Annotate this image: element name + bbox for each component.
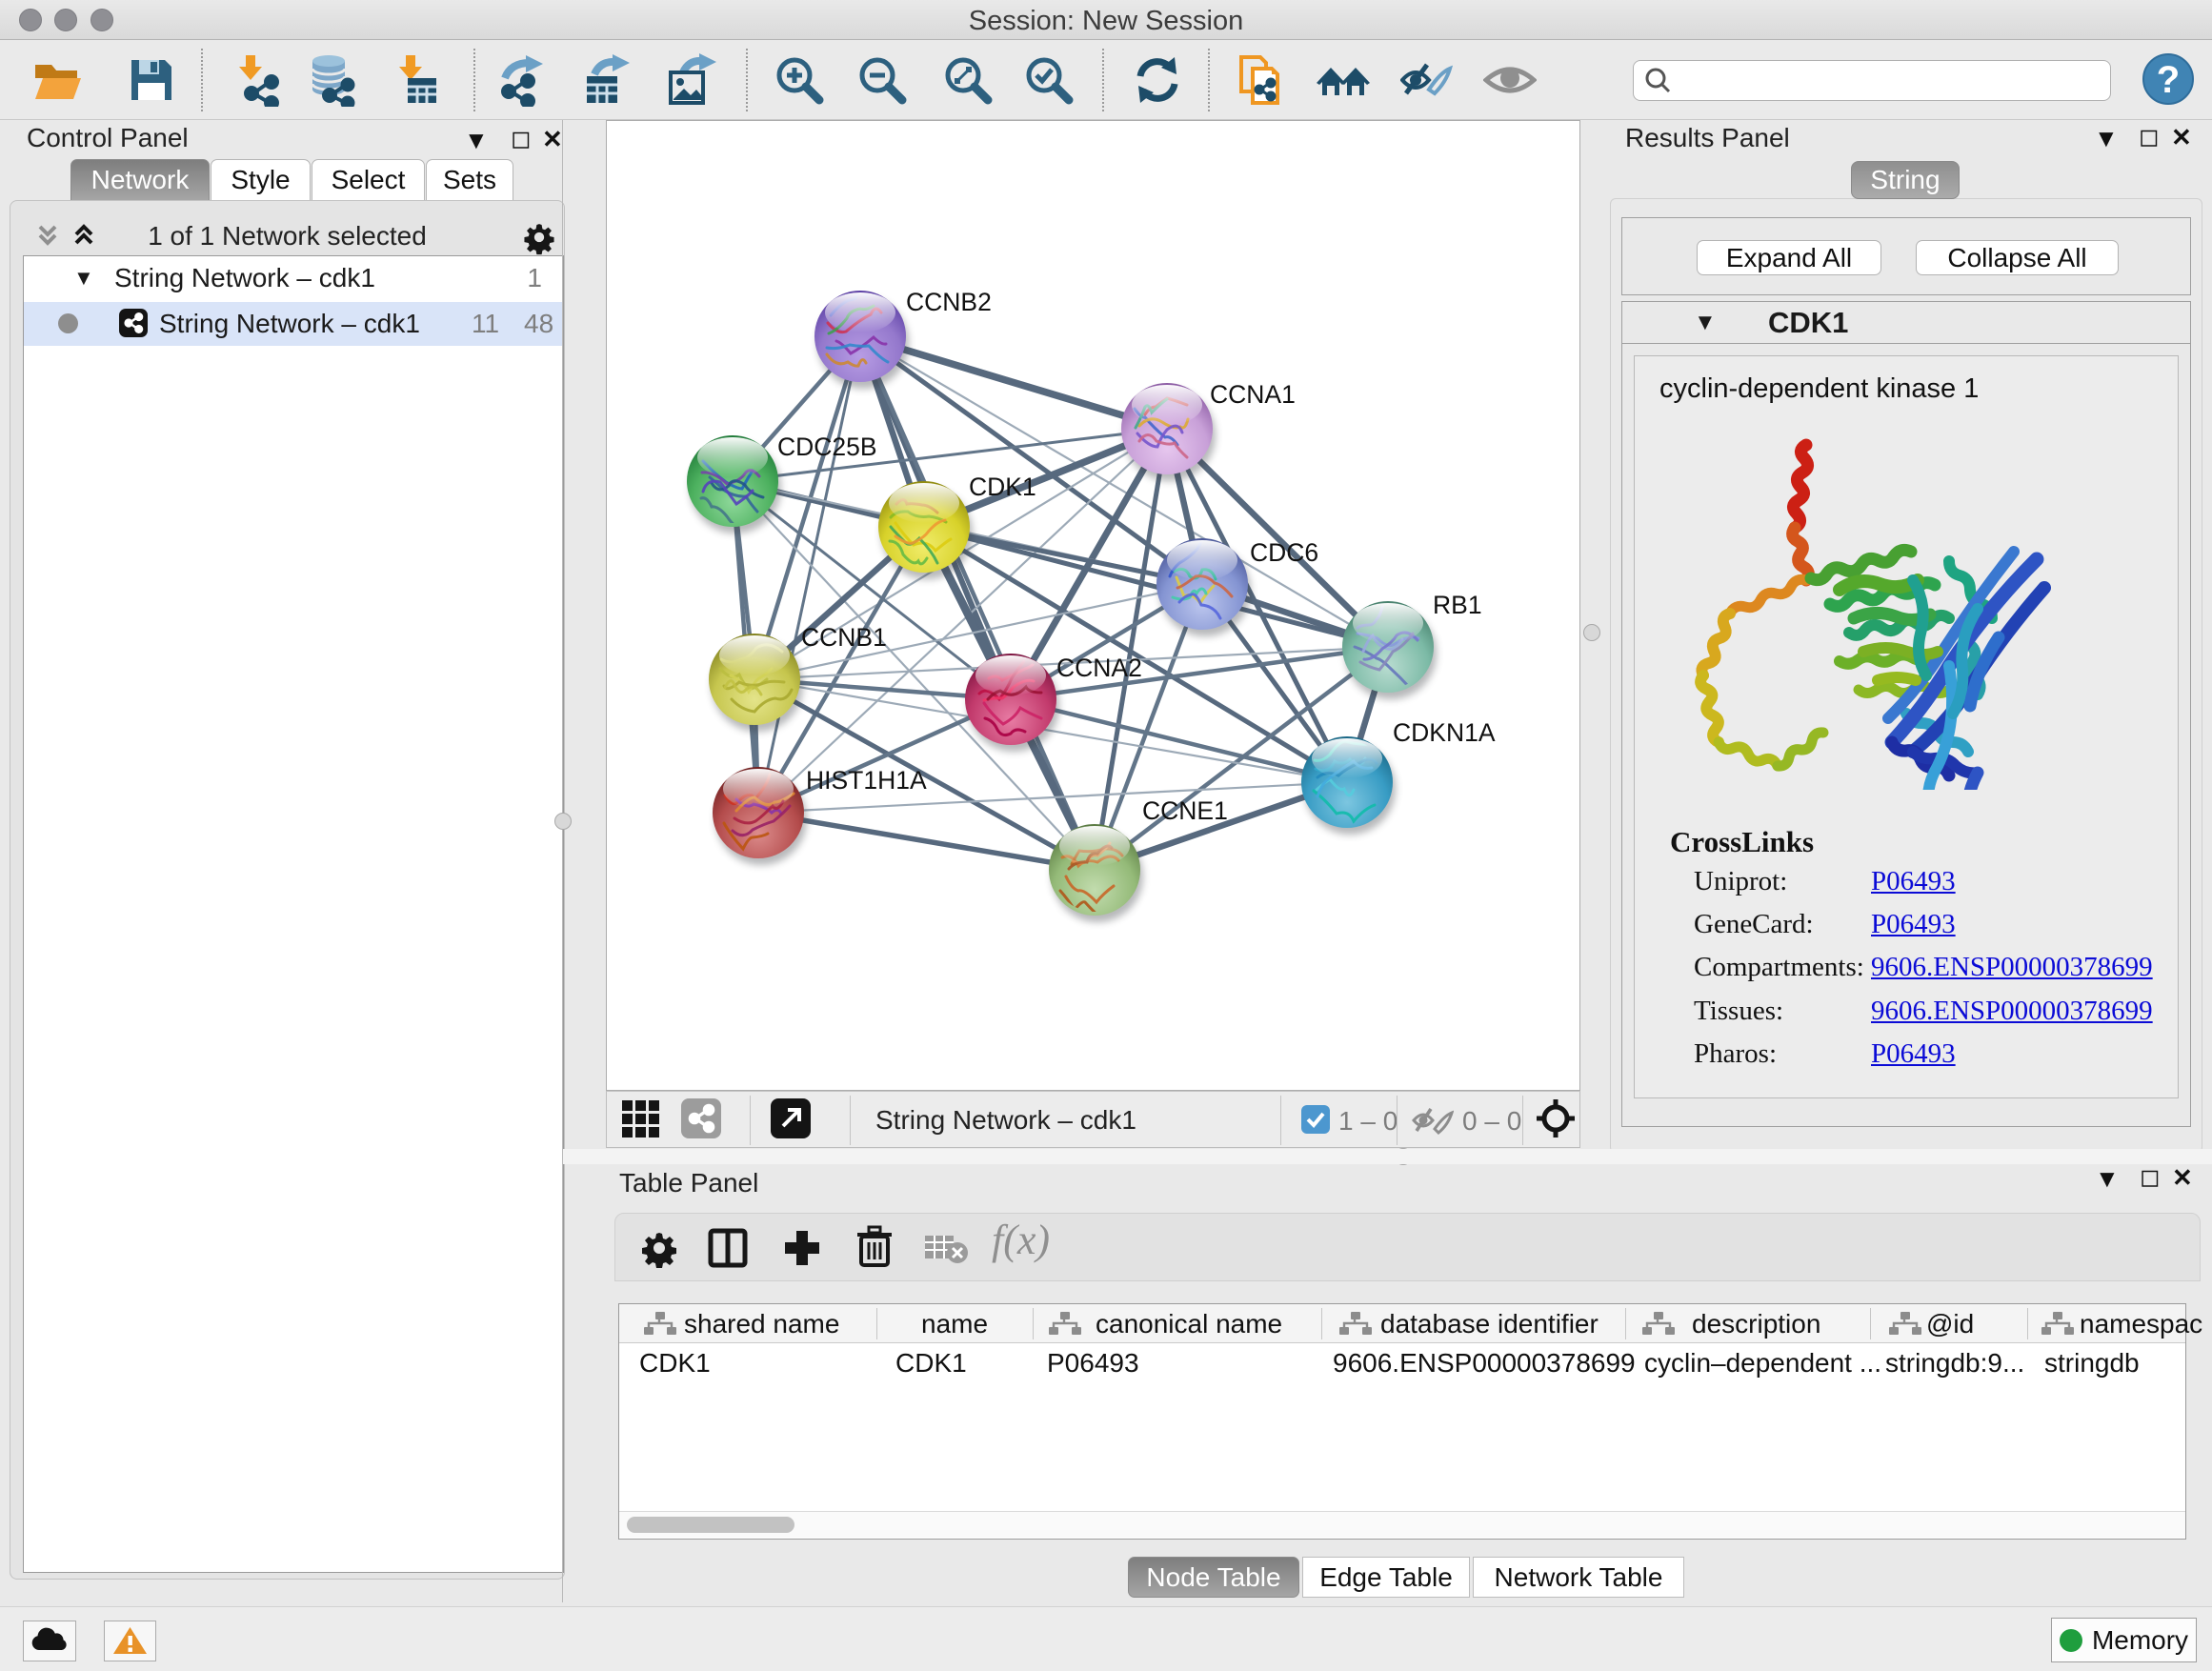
svg-text:HIST1H1A: HIST1H1A bbox=[806, 766, 927, 795]
svg-text:CDC6: CDC6 bbox=[1250, 538, 1318, 567]
svg-text:RB1: RB1 bbox=[1433, 591, 1482, 619]
svg-text:CCNA1: CCNA1 bbox=[1210, 380, 1296, 409]
svg-text:CCNE1: CCNE1 bbox=[1142, 796, 1228, 825]
svg-text:CDKN1A: CDKN1A bbox=[1393, 718, 1496, 747]
svg-text:CCNA2: CCNA2 bbox=[1056, 654, 1142, 682]
svg-text:CDK1: CDK1 bbox=[969, 473, 1036, 501]
svg-text:CDC25B: CDC25B bbox=[777, 433, 877, 461]
svg-text:CCNB2: CCNB2 bbox=[906, 288, 992, 316]
svg-text:CCNB1: CCNB1 bbox=[801, 623, 887, 652]
